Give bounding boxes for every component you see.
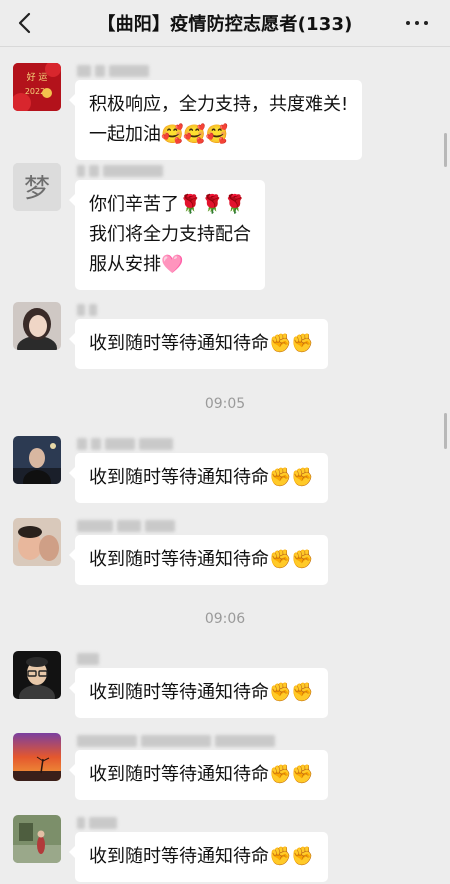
- svg-text:梦: 梦: [24, 174, 50, 204]
- message-text: 收到随时等待通知待命✊✊: [89, 549, 314, 570]
- sender-name-blurred: [77, 163, 167, 179]
- message-bubble[interactable]: 收到随时等待通知待命✊✊: [69, 535, 328, 585]
- sender-name-blurred: [77, 518, 179, 534]
- message-text: 你们辛苦了🌹🌹🌹: [89, 194, 247, 215]
- message-text: 我们将全力支持配合: [89, 224, 251, 245]
- avatar[interactable]: [13, 302, 61, 350]
- message-text: 收到随时等待通知待命✊✊: [89, 846, 314, 867]
- sender-name-blurred: [77, 63, 153, 79]
- scrollbar-indicator[interactable]: [444, 413, 447, 449]
- message-bubble[interactable]: 积极响应，全力支持，共度难关! 一起加油🥰🥰🥰: [68, 80, 363, 160]
- avatar[interactable]: [13, 518, 61, 566]
- message-text: 收到随时等待通知待命✊✊: [89, 467, 314, 488]
- sender-name-blurred: [77, 733, 279, 749]
- message-bubble[interactable]: 收到随时等待通知待命✊✊: [69, 668, 328, 718]
- svg-text:好 运: 好 运: [27, 71, 48, 83]
- message-bubble[interactable]: 收到随时等待通知待命✊✊: [69, 832, 328, 882]
- svg-text:2022: 2022: [25, 87, 45, 96]
- sender-name-blurred: [77, 651, 103, 667]
- message-text: 收到随时等待通知待命✊✊: [89, 764, 314, 785]
- chat-title: 【曲阳】疫情防控志愿者(133): [97, 14, 353, 35]
- avatar[interactable]: 好 运 2022: [13, 63, 61, 111]
- message-bubble[interactable]: 收到随时等待通知待命✊✊: [69, 453, 328, 503]
- chevron-left-icon: [18, 12, 31, 34]
- message-text: 一起加油🥰🥰🥰: [89, 124, 229, 145]
- sender-name-blurred: [77, 815, 121, 831]
- scrollbar-indicator[interactable]: [444, 133, 447, 167]
- sender-name-blurred: [77, 302, 101, 318]
- message-text: 服从安排🩷: [89, 254, 184, 275]
- message-text: 收到随时等待通知待命✊✊: [89, 682, 314, 703]
- more-button[interactable]: [402, 8, 432, 38]
- more-dots-icon: [404, 21, 431, 25]
- avatar[interactable]: [13, 815, 61, 863]
- message-text: 收到随时等待通知待命✊✊: [89, 333, 314, 354]
- message-bubble[interactable]: 收到随时等待通知待命✊✊: [69, 319, 328, 369]
- chat-header: 【曲阳】疫情防控志愿者(133): [0, 0, 450, 47]
- avatar[interactable]: 梦: [13, 163, 61, 211]
- sender-name-blurred: [77, 436, 177, 452]
- timestamp: 09:06: [204, 611, 246, 627]
- avatar[interactable]: [13, 651, 61, 699]
- message-text: 积极响应，全力支持，共度难关!: [89, 94, 349, 115]
- back-button[interactable]: [10, 8, 40, 38]
- message-bubble[interactable]: 收到随时等待通知待命✊✊: [69, 750, 328, 800]
- timestamp: 09:05: [204, 396, 246, 412]
- message-bubble[interactable]: 你们辛苦了🌹🌹🌹 我们将全力支持配合 服从安排🩷: [69, 180, 265, 290]
- avatar[interactable]: [13, 436, 61, 484]
- avatar[interactable]: [13, 733, 61, 781]
- message-list[interactable]: 好 运 2022 积极响应，全力支持，共度难关! 一起加油🥰🥰🥰 梦 你们辛苦了…: [0, 47, 450, 884]
